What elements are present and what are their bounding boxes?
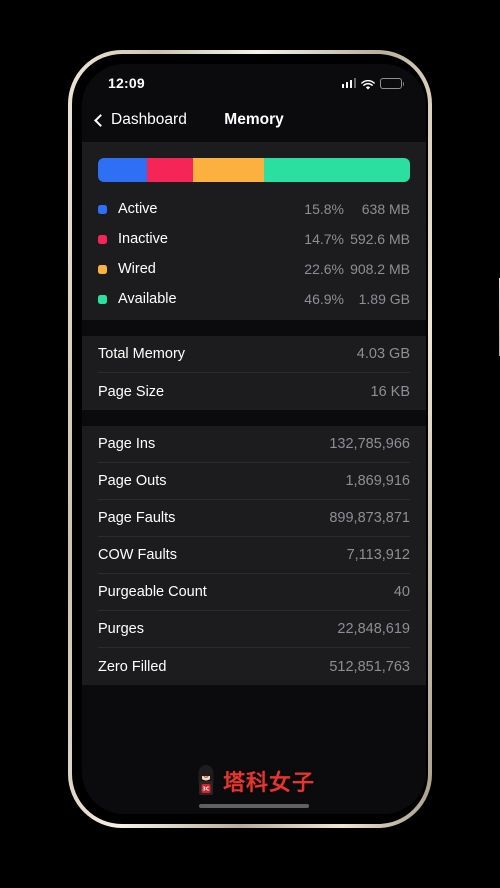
status-clock: 12:09 (108, 75, 145, 91)
info-row-label: Zero Filled (98, 658, 167, 675)
info-row-value: 4.03 GB (356, 346, 410, 362)
status-bar: 12:09 (82, 64, 426, 98)
info-row-label: Purges (98, 621, 144, 637)
info-row[interactable]: Page Ins 132,785,966 (98, 426, 410, 463)
legend-row: Wired 22.6% 908.2 MB (98, 254, 410, 284)
wired-color-dot (98, 264, 107, 274)
legend-label: Active (118, 201, 158, 217)
info-row-value: 22,848,619 (337, 621, 410, 637)
legend-percent: 46.9% (304, 291, 344, 307)
navigation-bar: Dashboard Memory (82, 98, 426, 142)
active-color-dot (98, 204, 107, 214)
bar-segment-active (98, 158, 148, 182)
legend-percent: 14.7% (304, 231, 344, 247)
back-button-label: Dashboard (111, 111, 187, 128)
battery-icon (380, 77, 405, 89)
info-row-label: Page Size (98, 383, 165, 400)
phone-bezel: 12:09 Dashboard Memory Active 15.8% 638 … (72, 54, 428, 824)
inactive-color-dot (98, 234, 107, 244)
info-row-value: 40 (393, 584, 410, 600)
chevron-left-icon (94, 113, 107, 127)
legend-value: 638 MB (361, 201, 410, 217)
bar-segment-wired (193, 158, 264, 182)
info-row-value: 16 KB (370, 383, 411, 400)
info-row[interactable]: Zero Filled 512,851,763 (98, 648, 410, 685)
phone-screen: 12:09 Dashboard Memory Active 15.8% 638 … (82, 64, 426, 814)
available-color-dot (98, 294, 107, 304)
info-row-label: Total Memory (98, 346, 186, 362)
legend-value: 1.89 GB (358, 291, 410, 307)
status-icons (341, 74, 405, 90)
legend-value: 592.6 MB (350, 231, 410, 247)
info-row-label: Purgeable Count (98, 584, 207, 600)
phone-frame: 12:09 Dashboard Memory Active 15.8% 638 … (68, 50, 500, 828)
legend-percent: 15.8% (304, 201, 344, 217)
info-row[interactable]: COW Faults 7,113,912 (98, 537, 410, 574)
info-row-label: Page Faults (98, 510, 176, 526)
memory-stats-section: Page Ins 132,785,966 Page Outs 1,869,916 Pag… (82, 426, 426, 685)
legend-label: Wired (118, 261, 156, 277)
back-button[interactable]: Dashboard (94, 111, 187, 129)
info-row[interactable]: Page Size 16 KB (98, 373, 410, 410)
info-row[interactable]: Page Outs 1,869,916 (98, 463, 410, 500)
memory-legend: Active 15.8% 638 MB Inactive 14.7% 592.6 MB Wi… (98, 194, 410, 314)
info-row[interactable]: Total Memory 4.03 GB (98, 336, 410, 373)
home-indicator[interactable] (199, 804, 309, 808)
screenshot-stage: 12:09 Dashboard Memory Active 15.8% 638 … (0, 0, 500, 888)
legend-row: Active 15.8% 638 MB (98, 194, 410, 224)
info-row-value: 132,785,966 (329, 436, 410, 452)
cellular-signal-icon (341, 78, 356, 88)
wifi-icon (361, 78, 375, 90)
legend-row: Available 46.9% 1.89 GB (98, 284, 410, 314)
memory-chart-card: Active 15.8% 638 MB Inactive 14.7% 592.6 MB Wi… (82, 142, 426, 320)
info-row-label: Page Outs (98, 473, 167, 489)
memory-content: Active 15.8% 638 MB Inactive 14.7% 592.6 MB Wi… (82, 142, 426, 814)
info-row[interactable]: Purgeable Count 40 (98, 574, 410, 611)
info-row-value: 512,851,763 (329, 658, 410, 675)
legend-label: Inactive (118, 231, 168, 247)
section-gap (82, 320, 426, 336)
section-gap (82, 410, 426, 426)
legend-label: Available (118, 291, 177, 307)
memory-summary-section: Total Memory 4.03 GB Page Size 16 KB (82, 336, 426, 410)
info-row-value: 899,873,871 (329, 510, 410, 526)
info-row[interactable]: Purges 22,848,619 (98, 611, 410, 648)
info-row-value: 1,869,916 (345, 473, 410, 489)
bar-segment-inactive (147, 158, 194, 182)
info-row[interactable]: Page Faults 899,873,871 (98, 500, 410, 537)
bar-segment-available (263, 158, 410, 182)
legend-row: Inactive 14.7% 592.6 MB (98, 224, 410, 254)
info-row-label: Page Ins (98, 436, 156, 452)
legend-percent: 22.6% (304, 261, 344, 277)
info-row-label: COW Faults (98, 547, 177, 563)
memory-usage-bar (98, 158, 410, 182)
info-row-value: 7,113,912 (346, 547, 410, 563)
legend-value: 908.2 MB (350, 261, 410, 277)
